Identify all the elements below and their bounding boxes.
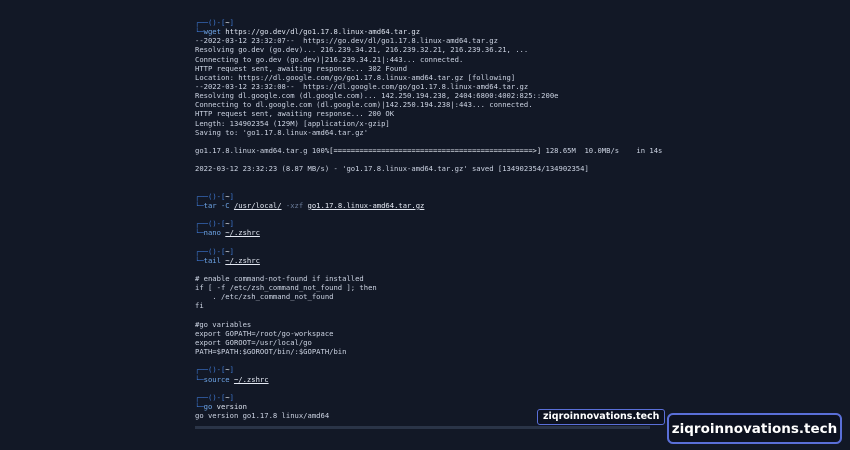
progress-bar: [=======================================… — [329, 145, 542, 155]
prompt-line: ┌──()-[~] — [195, 247, 665, 256]
output-line: Resolving dl.google.com (dl.google.com).… — [195, 91, 559, 101]
command-line: └─nano ~/.zshrc — [195, 228, 665, 237]
horizontal-scrollbar[interactable] — [195, 426, 650, 429]
progress-percent: 100% — [311, 145, 330, 155]
prompt-bracket-end: ] — [229, 246, 234, 256]
output-line: . /etc/zsh_command_not_found — [195, 292, 334, 302]
command-name: tail — [203, 255, 221, 265]
prompt-corner: ┌──( — [195, 219, 213, 229]
command-path: ~/.zshrc — [233, 374, 269, 384]
output-line: Connecting to go.dev (go.dev)|216.239.34… — [195, 54, 464, 64]
command-name: wget — [203, 27, 221, 37]
output-line: Resolving go.dev (go.dev)... 216.239.34.… — [195, 45, 529, 55]
download-progress: go1.17.8.linux-amd64.tar.g 100%[========… — [195, 146, 665, 155]
command-line: └─wget https://go.dev/dl/go1.17.8.linux-… — [195, 27, 665, 36]
output-line: --2022-03-12 23:32:08-- https://dl.googl… — [195, 81, 529, 91]
output-line: if [ -f /etc/zsh_command_not_found ]; th… — [195, 283, 377, 293]
output-line: Connecting to dl.google.com (dl.google.c… — [195, 100, 533, 110]
output-line: HTTP request sent, awaiting response... … — [195, 63, 408, 73]
command-line: └─source ~/.zshrc — [195, 375, 665, 384]
prompt-arrow: └─ — [195, 228, 204, 238]
prompt-bracket-end: ] — [229, 191, 234, 201]
prompt-separator: )-[ — [212, 392, 226, 402]
command-line: └─tail ~/.zshrc — [195, 256, 665, 265]
command-args: https://go.dev/dl/go1.17.8.linux-amd64.t… — [225, 27, 421, 37]
prompt-arrow: └─ — [195, 374, 204, 384]
prompt-bracket-end: ] — [229, 392, 234, 402]
prompt-bracket-end: ] — [229, 219, 234, 229]
prompt-line: ┌──()-[~] — [195, 365, 665, 374]
output-line: fi — [195, 301, 204, 311]
command-path-2: go1.17.8.linux-amd64.tar.gz — [307, 200, 425, 210]
prompt-line: ┌──()-[~] — [195, 192, 665, 201]
blank-lines — [195, 173, 665, 191]
prompt-corner: ┌──( — [195, 191, 213, 201]
prompt-line: ┌──()-[~] — [195, 219, 665, 228]
watermark-large: ziqroinnovations.tech — [667, 413, 842, 444]
output-line: #go variables — [195, 319, 252, 329]
prompt-separator: )-[ — [212, 219, 226, 229]
prompt-arrow: └─ — [195, 200, 204, 210]
prompt-separator: )-[ — [212, 191, 226, 201]
command-flag: -xzf — [285, 200, 304, 210]
prompt-bracket-end: ] — [229, 18, 234, 27]
output-line: 2022-03-12 23:32:23 (8.87 MB/s) - 'go1.1… — [195, 164, 589, 174]
prompt-corner: ┌──( — [195, 365, 213, 375]
output-line: Length: 134902354 (129M) [application/x-… — [195, 118, 390, 128]
prompt-arrow: └─ — [195, 401, 204, 411]
prompt-corner: ┌──( — [195, 246, 213, 256]
watermark-small: ziqroinnovations.tech — [537, 409, 666, 425]
prompt-corner: ┌──( — [195, 18, 213, 27]
terminal-output: ┌──()-[~] └─wget https://go.dev/dl/go1.17… — [195, 18, 665, 420]
command-name: source — [203, 374, 230, 384]
output-line: --2022-03-12 23:32:07-- https://go.dev/d… — [195, 36, 498, 46]
command-path: ~/.zshrc — [225, 255, 260, 265]
prompt-separator: )-[ — [212, 365, 226, 375]
prompt-line: ┌──()-[~] — [195, 18, 665, 27]
output-line: Location: https://dl.google.com/go/go1.1… — [195, 72, 516, 82]
output-line: # enable command-not-found if installed — [195, 273, 364, 283]
progress-filename: go1.17.8.linux-amd64.tar.g — [195, 145, 308, 155]
output-line: Saving to: 'go1.17.8.linux-amd64.tar.gz' — [195, 127, 369, 137]
command-path: ~/.zshrc — [225, 228, 260, 238]
output-line: export GOPATH=/root/go-workspace — [195, 328, 334, 338]
prompt-arrow: └─ — [195, 27, 204, 37]
output-line: PATH=$PATH:$GOROOT/bin/:$GOPATH/bin — [195, 347, 347, 357]
command-name: nano — [203, 228, 221, 238]
command-name: go — [203, 401, 213, 411]
prompt-separator: )-[ — [212, 246, 226, 256]
progress-stats: 128.65M 10.0MB/s in 14s — [545, 145, 663, 155]
prompt-corner: ┌──( — [195, 392, 213, 402]
prompt-bracket-end: ] — [229, 365, 234, 375]
prompt-arrow: └─ — [195, 255, 204, 265]
command-args: version — [216, 401, 247, 411]
output-line: HTTP request sent, awaiting response... … — [195, 109, 395, 119]
scrollbar-thumb[interactable] — [195, 426, 650, 429]
prompt-line: ┌──()-[~] — [195, 393, 665, 402]
command-path: /usr/local/ — [233, 200, 282, 210]
output-line: export GOROOT=/usr/local/go — [195, 337, 312, 347]
command-line: └─tar -C /usr/local/ -xzf go1.17.8.linux… — [195, 201, 665, 210]
prompt-separator: )-[ — [212, 18, 226, 27]
command-name: tar -C — [203, 200, 230, 210]
